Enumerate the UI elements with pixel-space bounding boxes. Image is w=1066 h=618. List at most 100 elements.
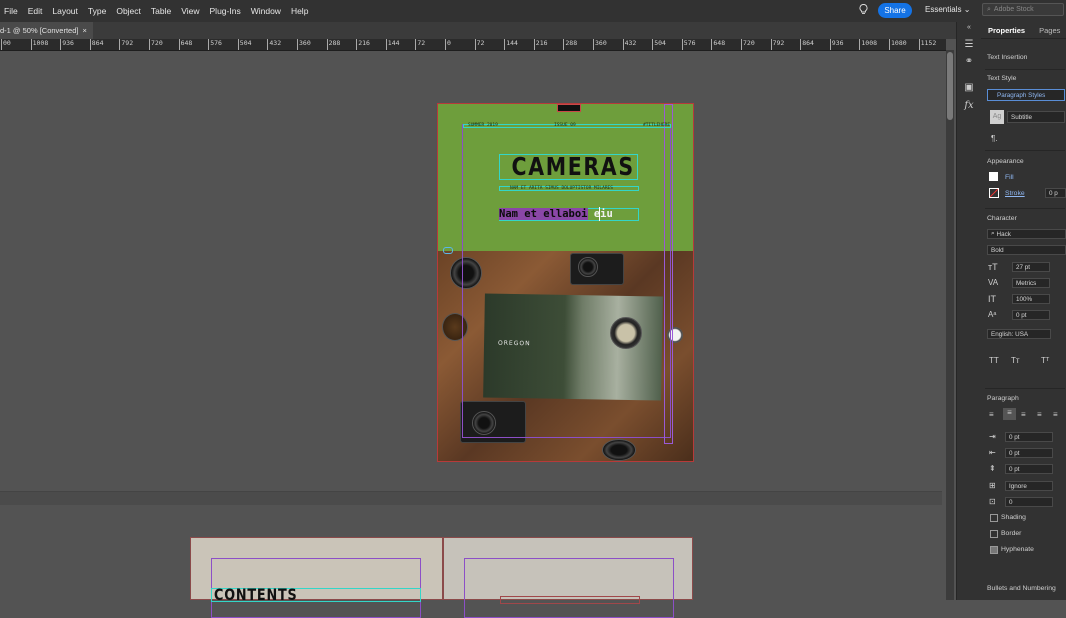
tab-properties[interactable]: Properties: [981, 26, 1032, 35]
frame-handle[interactable]: [557, 104, 581, 112]
layers-icon[interactable]: ⚭: [963, 56, 975, 68]
lightbulb-icon[interactable]: [859, 4, 868, 15]
stroke-weight-field[interactable]: 0 p: [1045, 188, 1066, 198]
ruler-tick: [741, 39, 742, 50]
baseline-shift-field[interactable]: 0 pt: [1012, 310, 1050, 320]
section-character: Character: [987, 215, 1017, 222]
bullets-numbering-label[interactable]: Bullets and Numbering: [987, 585, 1056, 592]
pilcrow-icon[interactable]: ¶.: [991, 134, 998, 143]
close-icon[interactable]: ×: [83, 26, 87, 35]
contents-heading[interactable]: CONTENTS: [214, 585, 298, 604]
ruler-label: 648: [713, 39, 726, 47]
ruler-tick: [89, 39, 91, 50]
language-select[interactable]: English: USA: [987, 329, 1051, 339]
stroke-swatch[interactable]: [989, 188, 999, 198]
small-caps-icon[interactable]: Tт: [1011, 356, 1020, 365]
font-size-icon: ᴛT: [988, 262, 998, 272]
justify-icon[interactable]: ≡: [1037, 410, 1042, 419]
top-line-right: #TITLEHERE: [643, 123, 671, 128]
shading-label: Shading: [1001, 514, 1026, 521]
ruler-label: 360: [299, 39, 311, 47]
align-to-grid-select[interactable]: Ignore: [1005, 481, 1053, 491]
hyphenate-checkbox[interactable]: [990, 546, 998, 554]
selected-text[interactable]: Nam et ellaboi: [499, 208, 588, 220]
magazine-image: OREGON: [483, 293, 663, 401]
ruler-tick: [119, 39, 121, 50]
menu-help[interactable]: Help: [287, 6, 314, 16]
stroke-label[interactable]: Stroke: [1005, 190, 1025, 197]
menu-layout[interactable]: Layout: [48, 6, 84, 16]
superscript-icon[interactable]: Tᵀ: [1041, 356, 1049, 365]
border-checkbox[interactable]: [990, 530, 998, 538]
link-icon[interactable]: [443, 247, 453, 254]
camera-flatlay-photo[interactable]: OREGON: [438, 251, 693, 461]
ruler-label: 1008: [32, 39, 49, 47]
menu-edit[interactable]: Edit: [24, 6, 49, 16]
paragraph-style-field[interactable]: Subtitle: [1007, 111, 1065, 123]
kerning-field[interactable]: Metrics: [1012, 278, 1050, 288]
align-left-icon[interactable]: ≡: [989, 410, 994, 419]
horizontal-scale-field[interactable]: 100%: [1012, 294, 1050, 304]
spread-left-page[interactable]: CONTENTS: [190, 537, 443, 618]
ruler-label: 432: [269, 39, 282, 47]
space-before-field[interactable]: 0 pt: [1005, 464, 1053, 474]
cover-title[interactable]: CAMERAS: [512, 154, 634, 179]
ruler-label: 1008: [861, 39, 878, 47]
ruler-tick: [652, 39, 654, 50]
horizontal-scale-icon: IT: [988, 294, 996, 304]
swatch-icon[interactable]: ▣: [963, 82, 975, 94]
collapse-panels-icon[interactable]: «: [963, 22, 975, 34]
menu-file[interactable]: File: [0, 6, 24, 16]
divider: [985, 150, 1065, 151]
menu-table[interactable]: Table: [147, 6, 177, 16]
scrollbar-thumb[interactable]: [947, 52, 953, 120]
ruler-tick: [474, 39, 476, 50]
font-size-field[interactable]: 27 pt: [1012, 262, 1050, 272]
drop-cap-field[interactable]: 0: [1005, 497, 1053, 507]
lens-cap-image-2: [602, 439, 636, 461]
font-family-field[interactable]: ⌕ Hack: [987, 229, 1066, 239]
share-button[interactable]: Share: [878, 3, 912, 18]
font-style-field[interactable]: Bold: [987, 245, 1066, 255]
image-frame[interactable]: [500, 596, 640, 604]
paragraph-styles-button[interactable]: Paragraph Styles: [987, 89, 1065, 101]
adobe-stock-search[interactable]: ⌕ Adobe Stock: [982, 3, 1064, 16]
unselected-text[interactable]: eiu: [588, 208, 613, 220]
ruler-tick: [60, 39, 62, 50]
menu-view[interactable]: View: [177, 6, 205, 16]
cover-subtitle[interactable]: Nam et ellaboi eiu: [499, 208, 639, 221]
horizontal-ruler[interactable]: 00 1008 936 864 792 720 648 576 504 432 360 288 216 1…: [0, 39, 946, 51]
menu-type[interactable]: Type: [84, 6, 112, 16]
fill-label[interactable]: Fill: [1005, 174, 1014, 181]
fx-icon[interactable]: fx: [963, 100, 975, 112]
all-caps-icon[interactable]: TT: [989, 356, 999, 365]
fill-swatch[interactable]: [989, 172, 998, 181]
left-indent-field[interactable]: 0 pt: [1005, 432, 1053, 442]
tab-pages[interactable]: Pages: [1032, 26, 1066, 35]
hyphenate-label: Hyphenate: [1001, 546, 1034, 553]
document-page[interactable]: OREGON SUMMER 2019 ISSUE 09 #TITLEHERE C…: [437, 103, 694, 462]
shading-checkbox[interactable]: [990, 514, 998, 522]
hamburger-icon[interactable]: ☰: [963, 39, 975, 51]
document-tab[interactable]: d-1 @ 50% [Converted] ×: [0, 22, 93, 39]
menu-window[interactable]: Window: [247, 6, 287, 16]
ruler-tick: [681, 39, 683, 50]
align-right-icon[interactable]: ≡: [1021, 410, 1026, 419]
ruler-tick: [770, 39, 772, 50]
ruler-label: 576: [210, 39, 222, 47]
align-center-icon[interactable]: ≡: [1003, 408, 1016, 420]
workspace-switcher[interactable]: Essentials ⌄: [925, 5, 970, 14]
ruler-label: 792: [772, 39, 785, 47]
justify-all-icon[interactable]: ≡: [1053, 410, 1058, 419]
style-swatch[interactable]: Ag: [990, 110, 1004, 124]
ruler-tick: [208, 39, 210, 50]
menu-object[interactable]: Object: [112, 6, 147, 16]
menu-plugins[interactable]: Plug-Ins: [206, 6, 247, 16]
first-line-indent-field[interactable]: 0 pt: [1005, 448, 1053, 458]
ruler-tick: [504, 39, 506, 50]
vertical-scrollbar[interactable]: [946, 50, 954, 600]
spread-right-page[interactable]: [443, 537, 693, 618]
ruler-label: 00: [3, 39, 11, 47]
top-line-mid: ISSUE 09: [554, 123, 576, 128]
border-label: Border: [1001, 530, 1022, 537]
